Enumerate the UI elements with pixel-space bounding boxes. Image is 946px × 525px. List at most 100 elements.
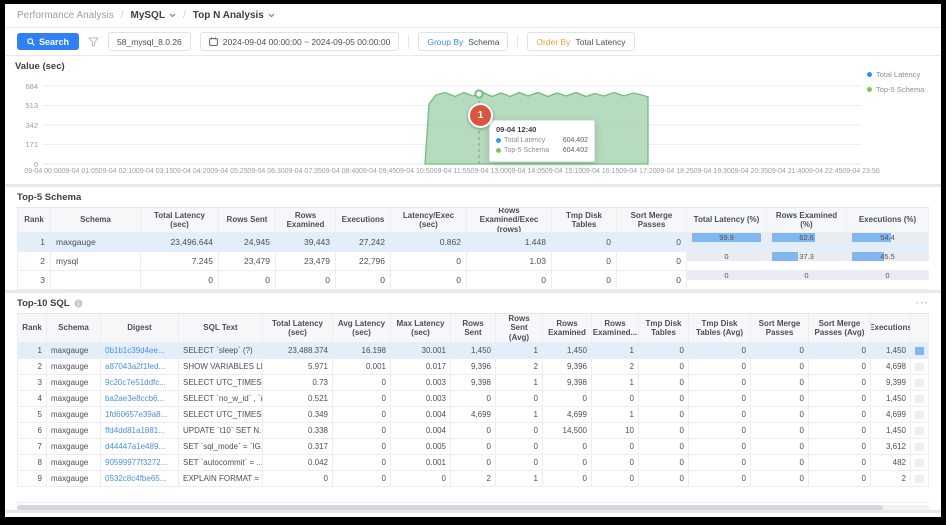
table-cell: 0: [751, 439, 809, 454]
column-header[interactable]: Tmp Disk Tables: [552, 208, 617, 232]
series-dot: [496, 138, 501, 143]
date-range-picker[interactable]: 2024-09-04 00:00:00 ~ 2024-09-05 00:00:0…: [200, 32, 400, 51]
gauge-value: 99.9: [692, 233, 761, 242]
column-header[interactable]: Rows Examined...: [592, 314, 639, 342]
column-header[interactable]: Executions: [871, 314, 911, 342]
table-row[interactable]: 9maxgauge0532c8c4fbe65...EXPLAIN FORMAT …: [17, 471, 929, 487]
table-cell: SET `autocommit` = ...: [179, 455, 263, 470]
table-row[interactable]: 3maxgauge9c20c7e51ddfc...SELECT UTC_TIME…: [17, 375, 929, 391]
column-header[interactable]: Latency/Exec (sec): [391, 208, 467, 232]
column-header[interactable]: Rows Examined (%): [767, 208, 847, 232]
column-header[interactable]: Schema: [47, 314, 101, 342]
table-cell: 1: [496, 407, 543, 422]
column-header[interactable]: Rows Examined: [543, 314, 592, 342]
column-header[interactable]: Avg Latency (sec): [333, 314, 391, 342]
legend-item[interactable]: Top-5 Schema: [867, 85, 924, 94]
table-row[interactable]: 300000000000: [17, 271, 929, 290]
column-header[interactable]: Tmp Disk Tables (Avg): [689, 314, 751, 342]
column-header[interactable]: Rank: [17, 208, 51, 232]
column-header[interactable]: Executions (%): [847, 208, 929, 232]
table-row[interactable]: 1maxgauge23,496.64424,94539,44327,2420.8…: [17, 233, 929, 252]
column-header[interactable]: Rows Sent: [451, 314, 496, 342]
table-cell: 0: [333, 455, 391, 470]
gauge-value: 45.5: [852, 252, 923, 261]
table-cell: 0: [333, 471, 391, 486]
table-cell: 0: [592, 439, 639, 454]
main-content: Performance Analysis / MySQL / Top N Ana…: [5, 4, 941, 517]
table-row[interactable]: 2mysql7.24523,47923,47922,79601.0300037.…: [17, 252, 929, 271]
table-cell: 0: [809, 423, 871, 438]
y-tick-label: 171: [11, 140, 38, 149]
digest-link[interactable]: 1fd60657e39a8...: [101, 407, 179, 422]
latency-chart[interactable]: Value (sec) 6845133421710 Total LatencyT…: [5, 56, 941, 184]
digest-link[interactable]: 0b1b1c39d4ee...: [101, 343, 179, 358]
y-tick-label: 342: [11, 121, 38, 130]
table-cell: 2: [496, 359, 543, 374]
search-button[interactable]: Search: [17, 33, 79, 50]
table-row[interactable]: 7maxgauged44447a1e489...SET `sql_mode` =…: [17, 439, 929, 455]
partial-bar-cell: [911, 439, 929, 454]
column-header[interactable]: Rows Sent (Avg): [496, 314, 543, 342]
digest-link[interactable]: 9c20c7e51ddfc...: [101, 375, 179, 390]
digest-link[interactable]: 0532c8c4fbe65...: [101, 471, 179, 486]
horizontal-scrollbar[interactable]: [17, 505, 929, 510]
table-cell: maxgauge: [47, 359, 101, 374]
table-row[interactable]: 8maxgauge90599977f3272...SET `autocommit…: [17, 455, 929, 471]
gauge-cell: 54.4: [847, 233, 929, 242]
scrollbar-thumb[interactable]: [17, 505, 883, 510]
column-header[interactable]: Executions: [336, 208, 391, 232]
table-row[interactable]: 2maxgaugea87043a2f1fed...SHOW VARIABLES …: [17, 359, 929, 375]
table-cell: 0: [809, 391, 871, 406]
legend-item[interactable]: Total Latency: [867, 70, 924, 79]
digest-link[interactable]: d44447a1e489...: [101, 439, 179, 454]
column-header[interactable]: Rank: [17, 314, 47, 342]
gauge-cell: 0: [687, 271, 767, 280]
column-header[interactable]: Digest: [101, 314, 179, 342]
instance-selector[interactable]: 58_mysql_8.0.26: [108, 32, 191, 51]
breadcrumb-separator: /: [121, 10, 124, 21]
table-cell: 0: [391, 252, 467, 270]
order-by-selector[interactable]: Order By Total Latency: [527, 32, 634, 51]
column-header[interactable]: Max Latency (sec): [391, 314, 451, 342]
breadcrumb-page-menu[interactable]: Top N Analysis: [193, 10, 275, 21]
column-header[interactable]: Total Latency (sec): [141, 208, 219, 232]
column-header[interactable]: Sort Merge Passes: [751, 314, 809, 342]
column-header[interactable]: Rows Examined: [276, 208, 336, 232]
column-header[interactable]: Tmp Disk Tables: [639, 314, 689, 342]
column-header[interactable]: Rows Sent: [219, 208, 276, 232]
table-cell: 0: [333, 375, 391, 390]
table-cell: 0: [639, 391, 689, 406]
table-row[interactable]: 5maxgauge1fd60657e39a8...SELECT UTC_TIME…: [17, 407, 929, 423]
digest-link[interactable]: a87043a2f1fed...: [101, 359, 179, 374]
table-cell: 482: [871, 455, 911, 470]
table-cell: 0: [809, 455, 871, 470]
gauge-value: 54.4: [852, 233, 923, 242]
column-header[interactable]: Total Latency (sec): [263, 314, 333, 342]
top5-schema-title: Top-5 Schema: [17, 192, 81, 203]
column-header[interactable]: SQL Text: [179, 314, 263, 342]
breadcrumb-db-menu[interactable]: MySQL: [131, 10, 176, 21]
column-header[interactable]: Schema: [51, 208, 141, 232]
more-options-icon[interactable]: ···: [916, 298, 929, 309]
table-cell: 0: [333, 391, 391, 406]
event-marker-badge[interactable]: 1: [468, 103, 493, 128]
table-cell: 0.317: [263, 439, 333, 454]
column-header[interactable]: Total Latency (%): [687, 208, 767, 232]
column-header[interactable]: Sort Merge Passes: [617, 208, 687, 232]
column-header[interactable]: Sort Merge Passes (Avg): [809, 314, 871, 342]
search-icon: [27, 38, 35, 46]
digest-link[interactable]: 90599977f3272...: [101, 455, 179, 470]
table-row[interactable]: 6maxgaugeffd4dd81a1881...UPDATE `t10` SE…: [17, 423, 929, 439]
digest-link[interactable]: ffd4dd81a1881...: [101, 423, 179, 438]
filter-icon[interactable]: [88, 37, 99, 47]
column-header[interactable]: Rows Examined/Exec (rows): [467, 208, 552, 232]
group-by-selector[interactable]: Group By Schema: [418, 32, 508, 51]
legend-label: Top-5 Schema: [876, 85, 924, 94]
table-cell: 1.03: [467, 252, 552, 270]
table-row[interactable]: 4maxgaugeba2ae3e8ccb6...SELECT `no_w_id`…: [17, 391, 929, 407]
table-cell: 24,945: [219, 233, 276, 251]
digest-link[interactable]: ba2ae3e8ccb6...: [101, 391, 179, 406]
info-icon[interactable]: [74, 299, 83, 308]
table-row[interactable]: 1maxgauge0b1b1c39d4ee...SELECT `sleep` (…: [17, 343, 929, 359]
table-cell: 0: [543, 455, 592, 470]
